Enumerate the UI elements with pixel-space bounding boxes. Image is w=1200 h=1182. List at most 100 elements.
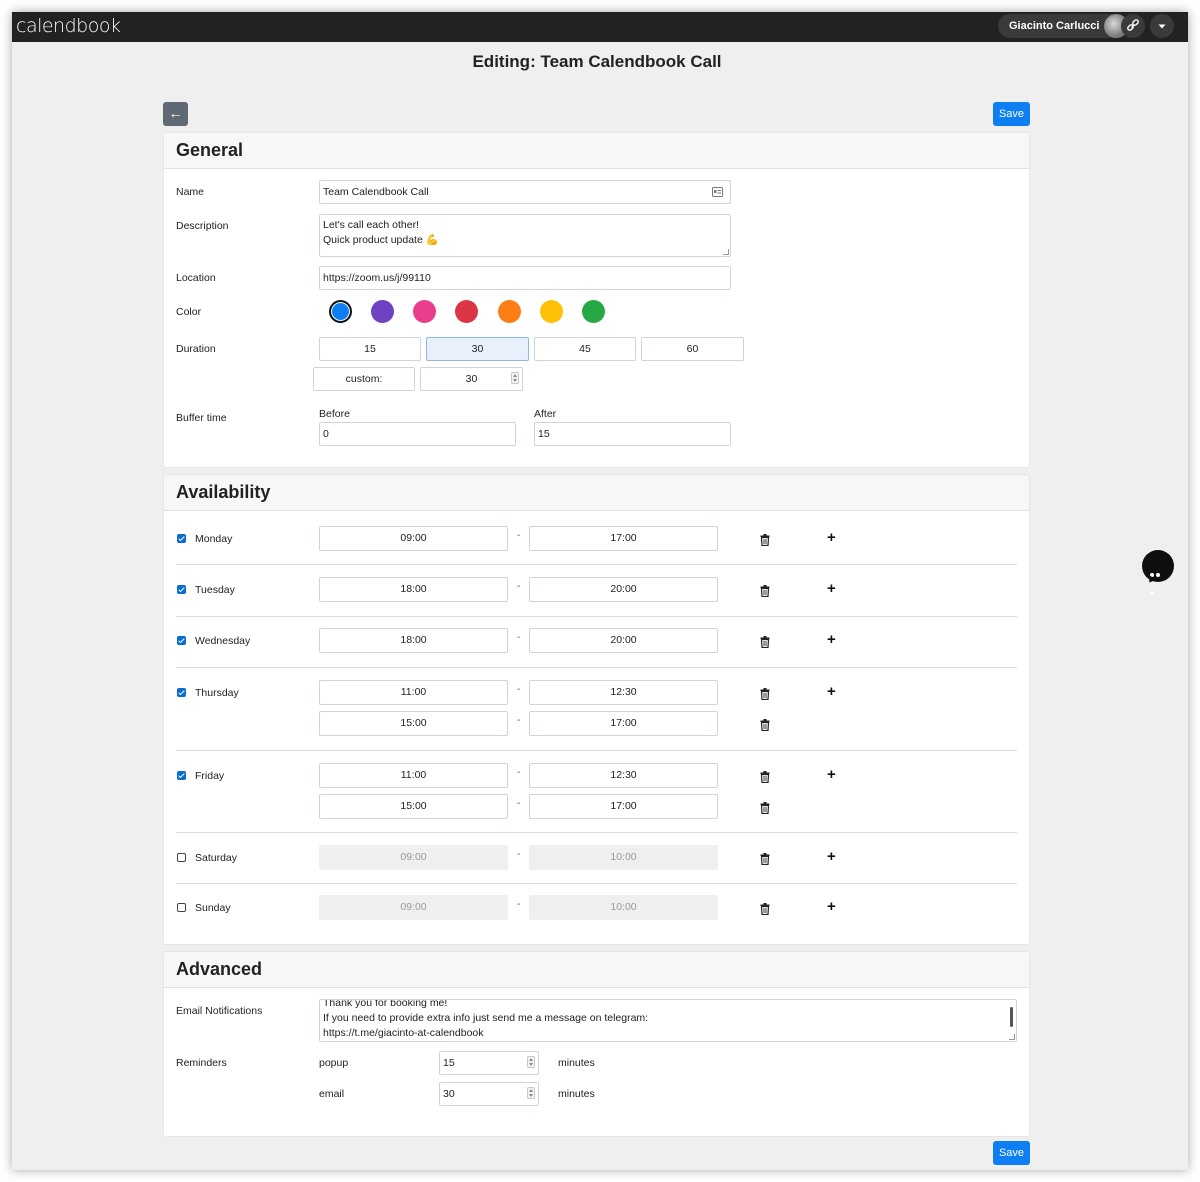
page-title: Editing: Team Calendbook Call	[472, 52, 722, 71]
plus-icon[interactable]: +	[827, 530, 836, 545]
range-separator: -	[517, 767, 521, 778]
location-value: https://zoom.us/j/99110	[323, 272, 431, 284]
trash-icon[interactable]	[760, 852, 770, 866]
advanced-title: Advanced	[176, 959, 263, 979]
day-checkbox-sunday[interactable]	[177, 903, 186, 912]
reminder-popup-input[interactable]: 15	[439, 1051, 539, 1075]
color-swatch-red[interactable]	[455, 300, 478, 323]
slot-end-input[interactable]: 12:30	[529, 680, 718, 705]
slot-end-input[interactable]: 10:00	[529, 845, 718, 870]
location-label: Location	[176, 272, 216, 284]
chat-bubble-icon	[1150, 564, 1166, 595]
day-checkbox-thursday[interactable]	[177, 688, 186, 697]
day-checkbox-friday[interactable]	[177, 771, 186, 780]
slot-start-input[interactable]: 11:00	[319, 763, 508, 788]
account-dropdown-button[interactable]	[1150, 14, 1174, 38]
trash-icon[interactable]	[760, 635, 770, 649]
resize-handle[interactable]	[723, 249, 729, 255]
slot-start-input[interactable]: 09:00	[319, 845, 508, 870]
buffer-before-input[interactable]: 0	[319, 422, 516, 446]
location-input[interactable]: https://zoom.us/j/99110	[319, 266, 731, 290]
email-notification-line: If you need to provide extra info just s…	[323, 1012, 649, 1024]
trash-icon[interactable]	[760, 687, 770, 701]
email-notifications-textarea[interactable]: Thank you for booking me! If you need to…	[319, 999, 1017, 1042]
duration-option-45[interactable]: 45	[534, 337, 636, 361]
range-separator: -	[517, 581, 521, 592]
plus-icon[interactable]: +	[827, 899, 836, 914]
range-separator: -	[517, 798, 521, 809]
slot-end-input[interactable]: 17:00	[529, 526, 718, 551]
divider	[176, 832, 1017, 833]
number-stepper[interactable]	[527, 1056, 535, 1068]
duration-option-15[interactable]: 15	[319, 337, 421, 361]
range-separator: -	[517, 849, 521, 860]
resize-handle[interactable]	[1009, 1034, 1015, 1040]
availability-header: Availability	[164, 475, 1029, 511]
number-stepper[interactable]	[511, 372, 519, 384]
color-swatch-orange[interactable]	[498, 300, 521, 323]
day-checkbox-tuesday[interactable]	[177, 585, 186, 594]
save-button-bottom[interactable]: Save	[993, 1141, 1030, 1165]
reminders-label: Reminders	[176, 1057, 227, 1069]
day-checkbox-monday[interactable]	[177, 534, 186, 543]
app-logo[interactable]: calendbook	[16, 14, 121, 38]
color-swatch-green[interactable]	[582, 300, 605, 323]
link-icon	[1127, 19, 1139, 31]
reminder-email-value: 30	[443, 1088, 455, 1100]
save-button-top[interactable]: Save	[993, 102, 1030, 126]
custom-duration-input[interactable]: 30	[420, 367, 523, 391]
duration-option-30[interactable]: 30	[426, 337, 529, 361]
slot-end-input[interactable]: 20:00	[529, 577, 718, 602]
description-textarea[interactable]: Let's call each other! Quick product upd…	[319, 214, 731, 257]
slot-start-input[interactable]: 09:00	[319, 895, 508, 920]
trash-icon[interactable]	[760, 533, 770, 547]
custom-duration-button[interactable]: custom:	[313, 367, 415, 391]
slot-end-input[interactable]: 12:30	[529, 763, 718, 788]
chat-widget-button[interactable]	[1142, 550, 1174, 595]
scrollbar[interactable]	[1010, 1007, 1013, 1027]
day-checkbox-wednesday[interactable]	[177, 636, 186, 645]
slot-start-input[interactable]: 15:00	[319, 794, 508, 819]
slot-end-input[interactable]: 17:00	[529, 794, 718, 819]
plus-icon[interactable]: +	[827, 849, 836, 864]
number-stepper[interactable]	[527, 1087, 535, 1099]
share-link-button[interactable]	[1121, 14, 1145, 38]
duration-option-60[interactable]: 60	[641, 337, 744, 361]
plus-icon[interactable]: +	[827, 581, 836, 596]
reminder-popup-value: 15	[443, 1057, 455, 1069]
slot-end-input[interactable]: 17:00	[529, 711, 718, 736]
back-button[interactable]: ←	[163, 102, 188, 126]
divider	[176, 750, 1017, 751]
day-checkbox-saturday[interactable]	[177, 853, 186, 862]
slot-end-input[interactable]: 20:00	[529, 628, 718, 653]
range-separator: -	[517, 715, 521, 726]
trash-icon[interactable]	[760, 770, 770, 784]
trash-icon[interactable]	[760, 902, 770, 916]
divider	[176, 564, 1017, 565]
trash-icon[interactable]	[760, 718, 770, 732]
color-swatch-purple[interactable]	[371, 300, 394, 323]
plus-icon[interactable]: +	[827, 767, 836, 782]
contact-card-icon[interactable]	[712, 187, 723, 197]
availability-title: Availability	[176, 482, 271, 502]
color-swatch-pink[interactable]	[413, 300, 436, 323]
slot-start-input[interactable]: 18:00	[319, 628, 508, 653]
slot-start-input[interactable]: 09:00	[319, 526, 508, 551]
slot-start-input[interactable]: 18:00	[319, 577, 508, 602]
reminder-popup-unit: minutes	[558, 1057, 595, 1069]
slot-start-input[interactable]: 15:00	[319, 711, 508, 736]
plus-icon[interactable]: +	[827, 632, 836, 647]
slot-end-input[interactable]: 10:00	[529, 895, 718, 920]
reminder-email-input[interactable]: 30	[439, 1082, 539, 1106]
buffer-after-value: 15	[538, 428, 550, 440]
plus-icon[interactable]: +	[827, 684, 836, 699]
slot-start-input[interactable]: 11:00	[319, 680, 508, 705]
buffer-after-input[interactable]: 15	[534, 422, 731, 446]
day-label: Wednesday	[195, 635, 251, 647]
color-swatch-blue[interactable]	[329, 300, 352, 323]
user-menu[interactable]: Giacinto Carlucci	[998, 14, 1129, 38]
color-swatch-yellow[interactable]	[540, 300, 563, 323]
name-input[interactable]: Team Calendbook Call	[319, 180, 731, 204]
trash-icon[interactable]	[760, 584, 770, 598]
trash-icon[interactable]	[760, 801, 770, 815]
